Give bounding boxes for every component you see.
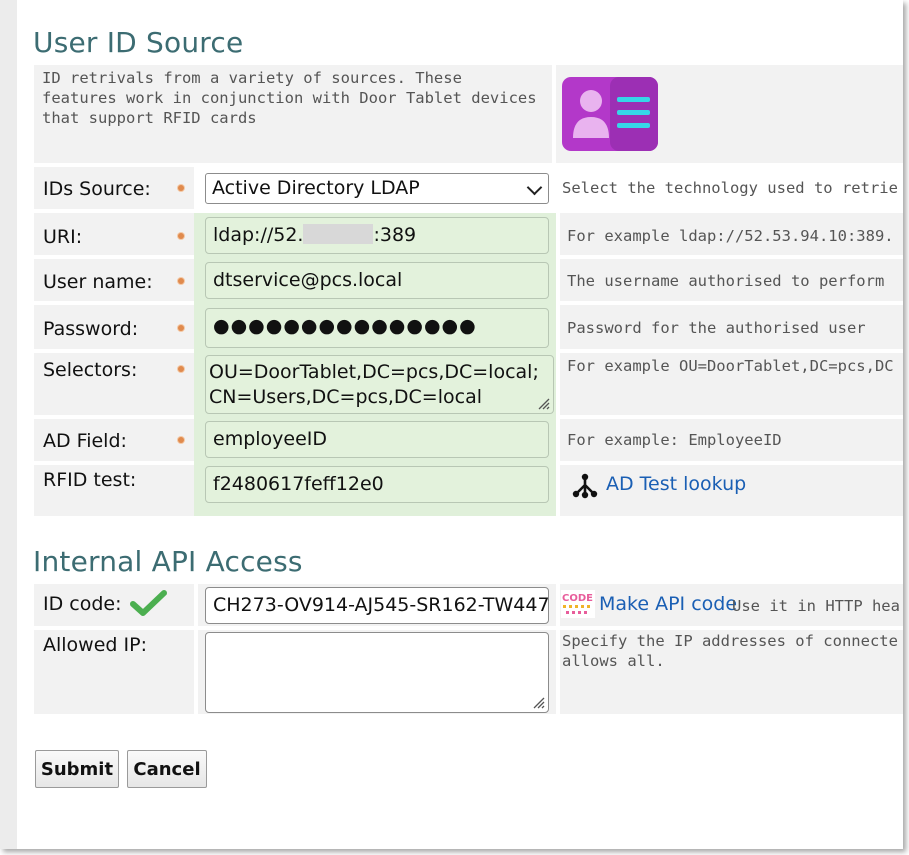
required-indicator (178, 233, 184, 239)
id-code-label: ID code: (43, 593, 122, 615)
network-tree-icon (571, 472, 599, 500)
uri-value-prefix: ldap://52. (213, 224, 304, 246)
password-help: Password for the authorised user (567, 319, 866, 337)
required-indicator (178, 366, 184, 372)
password-label: Password: (43, 318, 139, 340)
rfid-test-label: RFID test: (43, 469, 137, 491)
required-indicator (178, 325, 184, 331)
username-label: User name: (43, 271, 153, 293)
description-icon-cell (556, 65, 903, 163)
ad-field-help: For example: EmployeeID (567, 431, 782, 449)
required-indicator (178, 437, 184, 443)
ids-source-select-value: Active Directory LDAP (212, 177, 420, 199)
section-title-user-id: User ID Source (33, 26, 244, 59)
uri-help: For example ldap://52.53.94.10:389. (567, 227, 894, 245)
id-code-input[interactable]: CH273-OV914-AJ545-SR162-TW447 (205, 587, 549, 624)
submit-button[interactable]: Submit (35, 750, 119, 788)
form-frame: User ID Source ID retrivals from a varie… (0, 0, 903, 849)
username-input[interactable]: dtservice@pcs.local (205, 262, 549, 299)
ad-field-label: AD Field: (43, 430, 127, 452)
uri-label: URI: (43, 226, 83, 248)
ad-field-input[interactable]: employeeID (205, 421, 549, 458)
description-cell: ID retrivals from a variety of sources. … (34, 65, 552, 163)
selectors-help: For example OU=DoorTablet,DC=pcs,DC (567, 357, 894, 375)
svg-text:CODE: CODE (562, 593, 593, 604)
required-indicator (178, 278, 184, 284)
username-help: The username authorised to perform (567, 272, 885, 290)
code-badge-icon: CODE (561, 590, 595, 618)
ids-source-help: Select the technology used to retrie (562, 179, 898, 197)
required-indicator (178, 185, 184, 191)
redacted-ip (303, 224, 374, 244)
allowed-ip-help-line-1: Specify the IP addresses of connecte (562, 632, 898, 650)
password-input[interactable]: ●●●●●●●●●●●●●●● (205, 308, 549, 348)
resize-grip-icon[interactable] (536, 396, 550, 410)
allowed-ip-label: Allowed IP: (43, 634, 147, 656)
chevron-down-icon (526, 179, 543, 196)
rfid-test-input[interactable]: f2480617feff12e0 (205, 466, 549, 503)
uri-value-suffix: :389 (373, 224, 417, 246)
selectors-line-1: OU=DoorTablet,DC=pcs,DC=local; (209, 361, 539, 383)
ids-source-label: IDs Source: (43, 178, 151, 200)
allowed-ip-textarea[interactable] (205, 632, 549, 713)
selectors-line-2: CN=Users,DC=pcs,DC=local (209, 386, 482, 408)
ids-source-select[interactable]: Active Directory LDAP (205, 173, 549, 204)
allowed-ip-help-line-2: allows all. (562, 652, 665, 670)
description-line-1: ID retrivals from a variety of sources. … (42, 69, 462, 87)
section-title-api: Internal API Access (33, 545, 303, 578)
cancel-button[interactable]: Cancel (127, 750, 207, 788)
make-api-code-link[interactable]: Make API code (599, 593, 737, 615)
id-code-help: Use it in HTTP hea (732, 597, 900, 615)
resize-grip-icon[interactable] (531, 695, 545, 709)
ad-test-lookup-link[interactable]: AD Test lookup (606, 473, 746, 495)
checkmark-icon (129, 588, 169, 618)
description-line-3: that support RFID cards (42, 109, 257, 127)
uri-input[interactable]: ldap://52. :389 (205, 217, 549, 254)
id-card-icon (562, 77, 658, 151)
selectors-textarea[interactable]: OU=DoorTablet,DC=pcs,DC=local; CN=Users,… (205, 355, 554, 414)
description-line-2: features work in conjunction with Door T… (42, 89, 537, 107)
selectors-label: Selectors: (43, 359, 138, 381)
